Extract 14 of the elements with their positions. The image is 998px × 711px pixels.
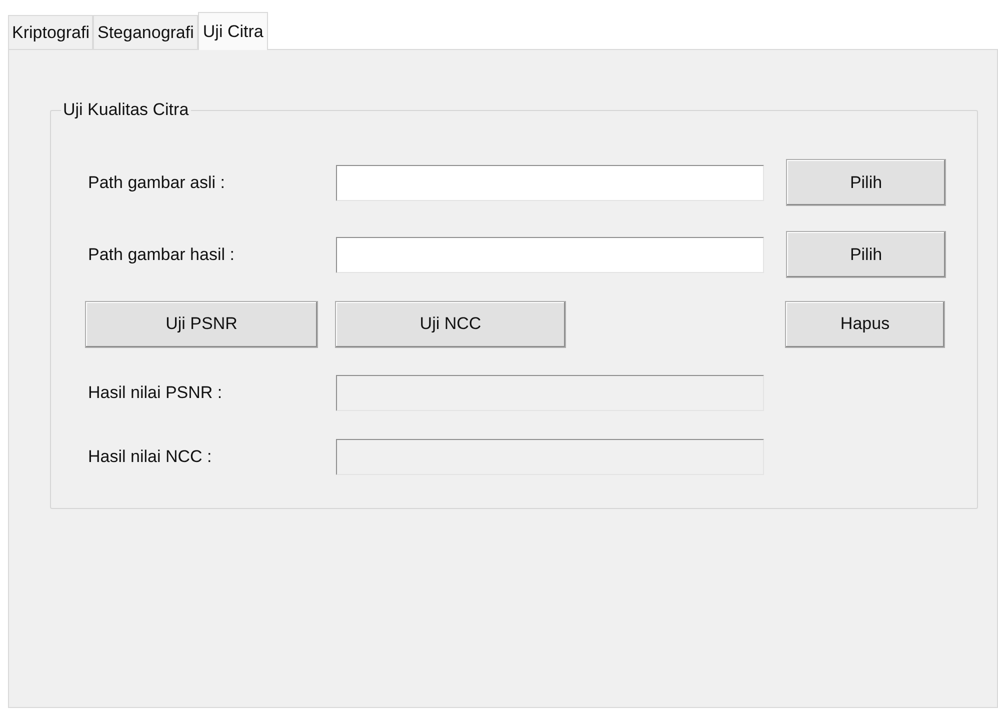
field-label: Path gambar hasil : xyxy=(88,244,236,266)
tab[interactable]: Kriptografi xyxy=(8,15,94,49)
tab[interactable]: Uji Citra xyxy=(198,12,268,50)
clear-button[interactable]: Hapus xyxy=(785,300,945,348)
path-field[interactable] xyxy=(336,164,764,200)
choose-button[interactable]: Pilih xyxy=(786,159,946,206)
tab[interactable]: Steganografi xyxy=(93,15,198,49)
path-field[interactable] xyxy=(336,236,764,272)
field-label: Path gambar asli : xyxy=(88,172,226,194)
test-button[interactable]: Uji PSNR xyxy=(85,300,318,348)
field-label: Hasil nilai PSNR : xyxy=(88,382,224,404)
field-label: Hasil nilai NCC : xyxy=(88,446,213,468)
test-button[interactable]: Uji NCC xyxy=(335,300,566,348)
choose-button[interactable]: Pilih xyxy=(786,231,946,278)
